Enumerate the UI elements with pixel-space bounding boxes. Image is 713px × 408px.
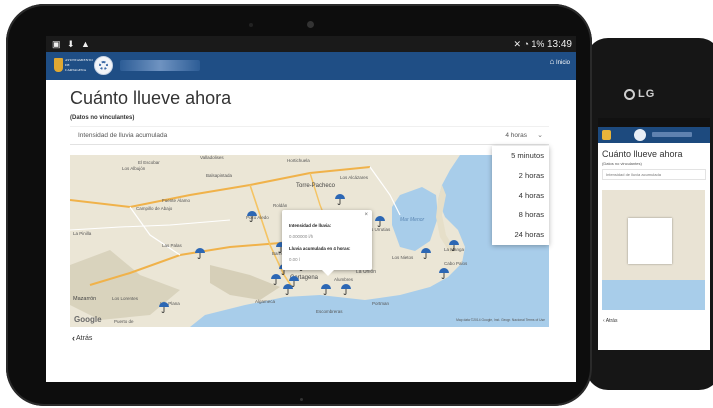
place-label: Mar Menor: [400, 217, 425, 223]
status-bar: ▣ ⬇ ▲ ✕ ◔ 1% 13:49: [46, 36, 576, 52]
home-icon: ⌂: [549, 57, 555, 66]
status-clock: 13:49: [546, 39, 572, 50]
page-title: Cuánto llueve ahora: [70, 88, 232, 108]
map-info-popup: × Intensidad de lluvia: 0.000000 l/h Llu…: [282, 210, 372, 276]
place-label: Roldán: [273, 203, 288, 208]
umbrella-icon[interactable]: [246, 210, 258, 222]
umbrella-icon[interactable]: [270, 273, 282, 285]
place-label: Alumbres: [334, 277, 354, 282]
city-seal-icon: [94, 56, 113, 75]
status-right: ✕ ◔ 1% 13:49: [513, 36, 572, 53]
umbrella-icon[interactable]: [282, 283, 294, 295]
phone-select: Intensidad de lluvia acumulada: [602, 169, 706, 180]
umbrella-icon[interactable]: [374, 215, 386, 227]
place-label: Mazarrón: [73, 296, 96, 302]
umbrella-icon[interactable]: [448, 239, 460, 251]
umbrella-icon[interactable]: [194, 247, 206, 259]
phone-app-bar: [598, 127, 710, 143]
dropdown-option[interactable]: 8 horas: [492, 205, 549, 225]
header-banner: [120, 60, 200, 71]
back-label: Atrás: [76, 335, 93, 342]
select-value: 4 horas: [505, 132, 527, 139]
google-logo: Google: [74, 315, 102, 324]
chevron-left-icon: ‹: [72, 333, 75, 343]
place-label: Los Nietos: [392, 255, 414, 260]
accumulation-select[interactable]: Intensidad de lluvia acumulada 4 horas ⌄: [70, 126, 549, 145]
accumulation-dropdown-menu: 5 minutos 2 horas 4 horas 8 horas 24 hor…: [492, 146, 549, 245]
place-label: Puerto de: [114, 319, 134, 324]
place-label: Escombreras: [316, 309, 343, 314]
home-link[interactable]: ⌂ Inicio: [549, 57, 570, 66]
popup-intensity-label: Intensidad de lluvia:: [289, 223, 332, 228]
place-label: Valladolises: [200, 155, 224, 160]
tablet-frame: ▣ ⬇ ▲ ✕ ◔ 1% 13:49 AYUNTAMIENTO DE CARTA…: [6, 4, 592, 406]
place-label: Cabo Palos: [444, 261, 468, 266]
place-label: Los Lorentes: [112, 296, 139, 301]
phone-map: [602, 190, 705, 310]
place-label: Balsapintada: [206, 173, 233, 178]
dropdown-option[interactable]: 2 horas: [492, 166, 549, 186]
umbrella-icon[interactable]: [320, 283, 332, 295]
place-label: La Pinilla: [73, 231, 92, 236]
phone-subtitle: (Datos no vinculantes): [602, 161, 642, 166]
back-link[interactable]: ‹Atrás: [72, 333, 92, 343]
place-label: Los Alcázares: [340, 175, 369, 180]
dropdown-option[interactable]: 24 horas: [492, 225, 549, 245]
place-label: El Escobar: [138, 160, 160, 165]
popup-accum-value: 0.00 l: [289, 257, 300, 262]
phone-logo: LG: [624, 88, 655, 100]
phone-page-title: Cuánto llueve ahora: [602, 149, 683, 159]
dropdown-option[interactable]: 4 horas: [492, 186, 549, 206]
umbrella-icon[interactable]: [438, 267, 450, 279]
umbrella-icon[interactable]: [340, 283, 352, 295]
status-right-icons: ✕ ◔ 1%: [513, 39, 545, 49]
select-label: Intensidad de lluvia acumulada: [78, 132, 168, 139]
tablet-sensor: [249, 23, 253, 27]
dropdown-option[interactable]: 5 minutos: [492, 146, 549, 166]
place-label: Fuente Álamo: [162, 197, 191, 203]
phone-screen: Cuánto llueve ahora (Datos no vinculante…: [598, 118, 710, 350]
app-brand: AYUNTAMIENTO DE CARTAGENA: [65, 58, 93, 72]
place-label: Algameca: [255, 299, 276, 304]
tablet-camera: [307, 21, 314, 28]
popup-accum-label: Lluvia acumulada en 4 horas:: [289, 246, 351, 251]
phone-back-link: ‹ Atrás: [603, 318, 618, 324]
place-label: Hortichuela: [287, 158, 310, 163]
place-label: Campillo de Abajo: [136, 206, 173, 211]
place-label: Portman: [372, 301, 390, 306]
popup-intensity-value: 0.000000 l/h: [289, 234, 314, 239]
umbrella-icon[interactable]: [420, 247, 432, 259]
tablet-home-dot: [300, 398, 303, 401]
app-bar: AYUNTAMIENTO DE CARTAGENA ⌂ Inicio: [46, 52, 576, 80]
city-crest-icon: [54, 58, 63, 72]
phone-status-bar: [598, 118, 710, 127]
background-phone: LG Cuánto llueve ahora (Datos no vincula…: [586, 38, 713, 390]
map-attribution[interactable]: Map data ©2014 Google, Inst. Geogr. Naci…: [456, 318, 545, 322]
chevron-down-icon: ⌄: [537, 132, 543, 139]
home-label: Inicio: [555, 60, 570, 66]
rain-map[interactable]: El Escobar Los Albujón Valladolises Hort…: [70, 155, 549, 327]
status-left-icons: ▣ ⬇ ▲: [52, 39, 92, 49]
phone-map-popup: [628, 218, 672, 264]
umbrella-icon[interactable]: [334, 193, 346, 205]
tablet-screen: ▣ ⬇ ▲ ✕ ◔ 1% 13:49 AYUNTAMIENTO DE CARTA…: [46, 36, 576, 382]
close-icon[interactable]: ×: [364, 212, 368, 218]
place-label: Los Albujón: [122, 166, 146, 171]
place-label: Las Palas: [162, 243, 183, 248]
page-subtitle: (Datos no vinculantes): [70, 115, 135, 121]
umbrella-icon[interactable]: [158, 301, 170, 313]
place-label: Torre-Pacheco: [296, 183, 336, 189]
